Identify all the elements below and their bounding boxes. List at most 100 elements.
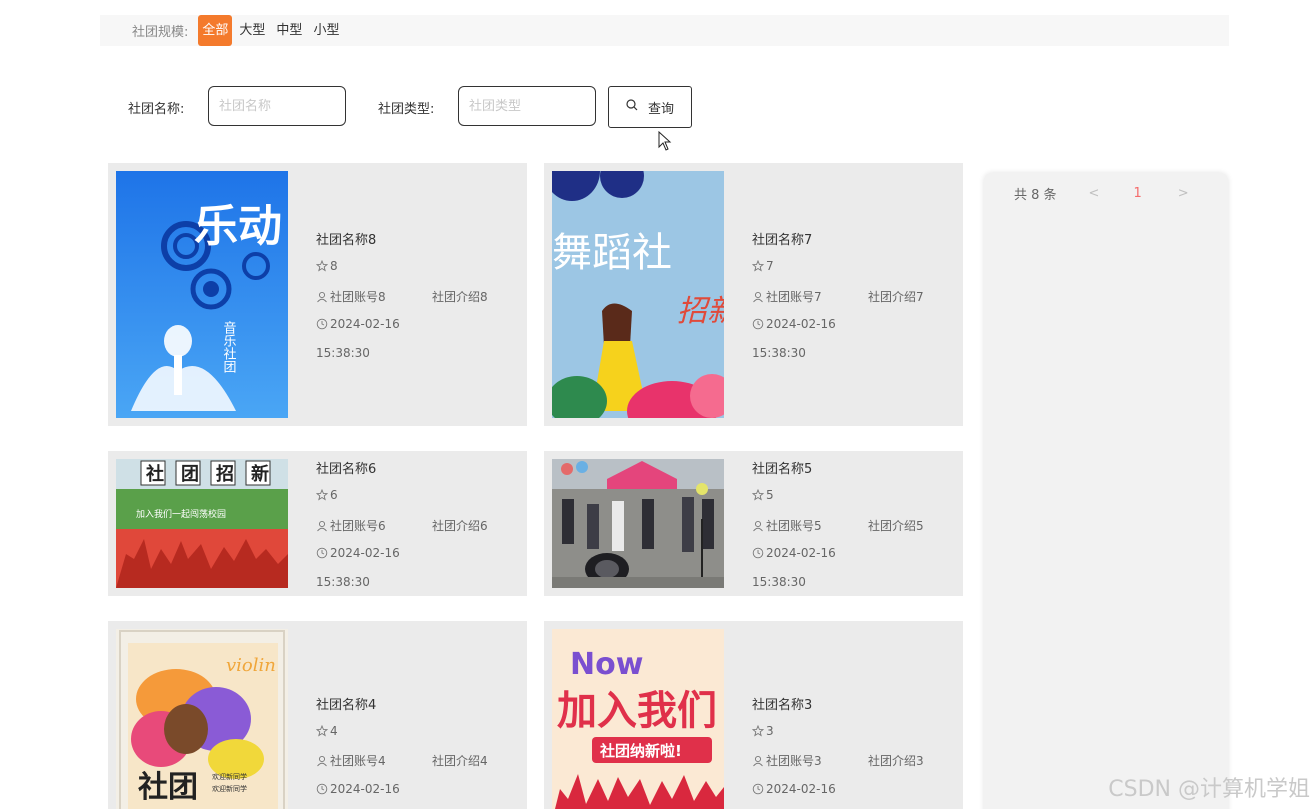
club-time: 15:38:30: [752, 346, 806, 360]
club-poster-7: 舞蹈社 招新: [552, 171, 724, 418]
club-name-input[interactable]: [208, 86, 346, 126]
poster-3-banner: 社团纳新啦!: [599, 742, 682, 760]
club-likes: 5: [752, 488, 774, 502]
star-icon: [316, 260, 328, 272]
search-row: 社团名称: 社团类型: 查询: [0, 86, 1316, 128]
club-account: 社团账号5: [752, 517, 822, 534]
pagination-total: 共 8 条: [1014, 188, 1057, 203]
poster-8-title: 乐动: [194, 201, 282, 252]
club-name: 社团名称6: [316, 462, 377, 477]
club-card-4[interactable]: violin 社团 欢迎新同学 欢迎新同学 社团名称4 4 社团账号4 社团介绍…: [108, 621, 527, 809]
club-likes: 8: [316, 259, 338, 273]
club-card-6[interactable]: 社 团 招 新 加入我们一起闯荡校园 社团名称6 6 社团账号6 社团介绍6 2…: [108, 451, 527, 596]
search-button-label: 查询: [647, 101, 674, 117]
user-icon: [753, 291, 763, 302]
club-date: 2024-02-16: [316, 317, 400, 331]
clock-icon: [316, 547, 328, 559]
pagination-next-button[interactable]: >: [1178, 186, 1189, 201]
club-likes: 7: [752, 259, 774, 273]
club-time: 15:38:30: [752, 575, 806, 589]
poster-6-char-2: 团: [181, 464, 199, 485]
user-icon: [753, 755, 763, 766]
page: 社团规模: 全部 大型 中型 小型 社团名称: 社团类型: 查询: [0, 0, 1316, 809]
club-name: 社团名称3: [752, 698, 813, 713]
pagination-page-1[interactable]: 1: [1133, 186, 1141, 201]
clock-icon: [752, 547, 764, 559]
club-name: 社团名称5: [752, 462, 813, 477]
filter-option-small[interactable]: 小型: [309, 15, 343, 46]
club-account: 社团账号6: [316, 517, 386, 534]
pagination: 共 8 条 < 1 >: [1014, 184, 1189, 203]
club-date: 2024-02-16: [316, 782, 400, 796]
scale-filter-bar: 社团规模: 全部 大型 中型 小型: [100, 15, 1229, 46]
clock-icon: [316, 783, 328, 795]
club-poster-6: 社 团 招 新 加入我们一起闯荡校园: [116, 459, 288, 588]
user-icon: [317, 755, 327, 766]
poster-4-line-2: 欢迎新同学: [212, 784, 247, 793]
watermark: CSDN @计算机学姐: [1108, 777, 1310, 802]
poster-6-char-3: 招: [216, 463, 234, 485]
club-card-8[interactable]: 乐动 音乐社团 社团名称8 8 社团账号8 社团介绍8 2024-02-16 1…: [108, 163, 527, 426]
club-intro: 社团介绍5: [868, 519, 924, 533]
poster-6-char-1: 社: [146, 463, 164, 485]
filter-option-all[interactable]: 全部: [198, 15, 233, 46]
club-account: 社团账号4: [316, 752, 386, 769]
club-likes: 4: [316, 724, 338, 738]
user-icon: [317, 291, 327, 302]
club-name: 社团名称8: [316, 233, 377, 248]
mouse-cursor-icon: [658, 131, 672, 151]
search-button[interactable]: 查询: [608, 86, 692, 128]
club-account: 社团账号7: [752, 288, 822, 305]
poster-4-line-1: 欢迎新同学: [212, 772, 247, 781]
club-name: 社团名称4: [316, 698, 377, 713]
filter-option-medium[interactable]: 中型: [272, 15, 306, 46]
club-name: 社团名称7: [752, 233, 813, 248]
club-intro: 社团介绍8: [432, 290, 488, 304]
poster-7-subtitle: 招新: [677, 294, 724, 329]
star-icon: [752, 260, 764, 272]
pagination-prev-button[interactable]: <: [1089, 186, 1100, 201]
club-time: 15:38:30: [316, 346, 370, 360]
scale-filter-label: 社团规模:: [132, 25, 189, 40]
poster-7-title: 舞蹈社: [552, 230, 672, 276]
club-intro: 社团介绍7: [868, 290, 924, 304]
search-icon: [626, 99, 638, 115]
club-intro: 社团介绍4: [432, 754, 488, 768]
club-type-label: 社团类型:: [378, 102, 435, 117]
star-icon: [316, 725, 328, 737]
user-icon: [753, 520, 763, 531]
poster-4-title: 社团: [138, 770, 198, 805]
club-date: 2024-02-16: [752, 782, 836, 796]
clock-icon: [752, 318, 764, 330]
club-account: 社团账号3: [752, 752, 822, 769]
club-intro: 社团介绍6: [432, 519, 488, 533]
club-card-5[interactable]: 社团名称5 5 社团账号5 社团介绍5 2024-02-16 15:38:30: [544, 451, 963, 596]
club-poster-5: [552, 459, 724, 588]
club-poster-3: Now 加入我们 社团纳新啦!: [552, 629, 724, 809]
club-poster-8: 乐动 音乐社团: [116, 171, 288, 418]
poster-6-char-4: 新: [251, 463, 269, 485]
club-name-label: 社团名称:: [128, 102, 185, 117]
club-date: 2024-02-16: [752, 317, 836, 331]
club-intro: 社团介绍3: [868, 754, 924, 768]
poster-4-script: violin: [226, 655, 276, 676]
poster-8-subtitle: 音乐社团: [221, 320, 237, 373]
club-card-7[interactable]: 舞蹈社 招新 社团名称7 7 社团账号7 社团介绍7: [544, 163, 963, 426]
poster-3-title: 加入我们: [557, 688, 717, 734]
club-likes: 3: [752, 724, 774, 738]
star-icon: [752, 489, 764, 501]
pagination-panel: 共 8 条 < 1 >: [984, 173, 1228, 809]
club-account: 社团账号8: [316, 288, 386, 305]
poster-3-top: Now: [570, 647, 643, 682]
club-type-input[interactable]: [458, 86, 596, 126]
star-icon: [316, 489, 328, 501]
club-date: 2024-02-16: [752, 546, 836, 560]
club-time: 15:38:30: [316, 575, 370, 589]
star-icon: [752, 725, 764, 737]
user-icon: [317, 520, 327, 531]
clock-icon: [316, 318, 328, 330]
club-poster-4: violin 社团 欢迎新同学 欢迎新同学: [116, 629, 288, 809]
club-card-3[interactable]: Now 加入我们 社团纳新啦! 社团名称3 3 社团账号3 社团介绍3 2024…: [544, 621, 963, 809]
filter-option-large[interactable]: 大型: [235, 15, 269, 46]
club-date: 2024-02-16: [316, 546, 400, 560]
